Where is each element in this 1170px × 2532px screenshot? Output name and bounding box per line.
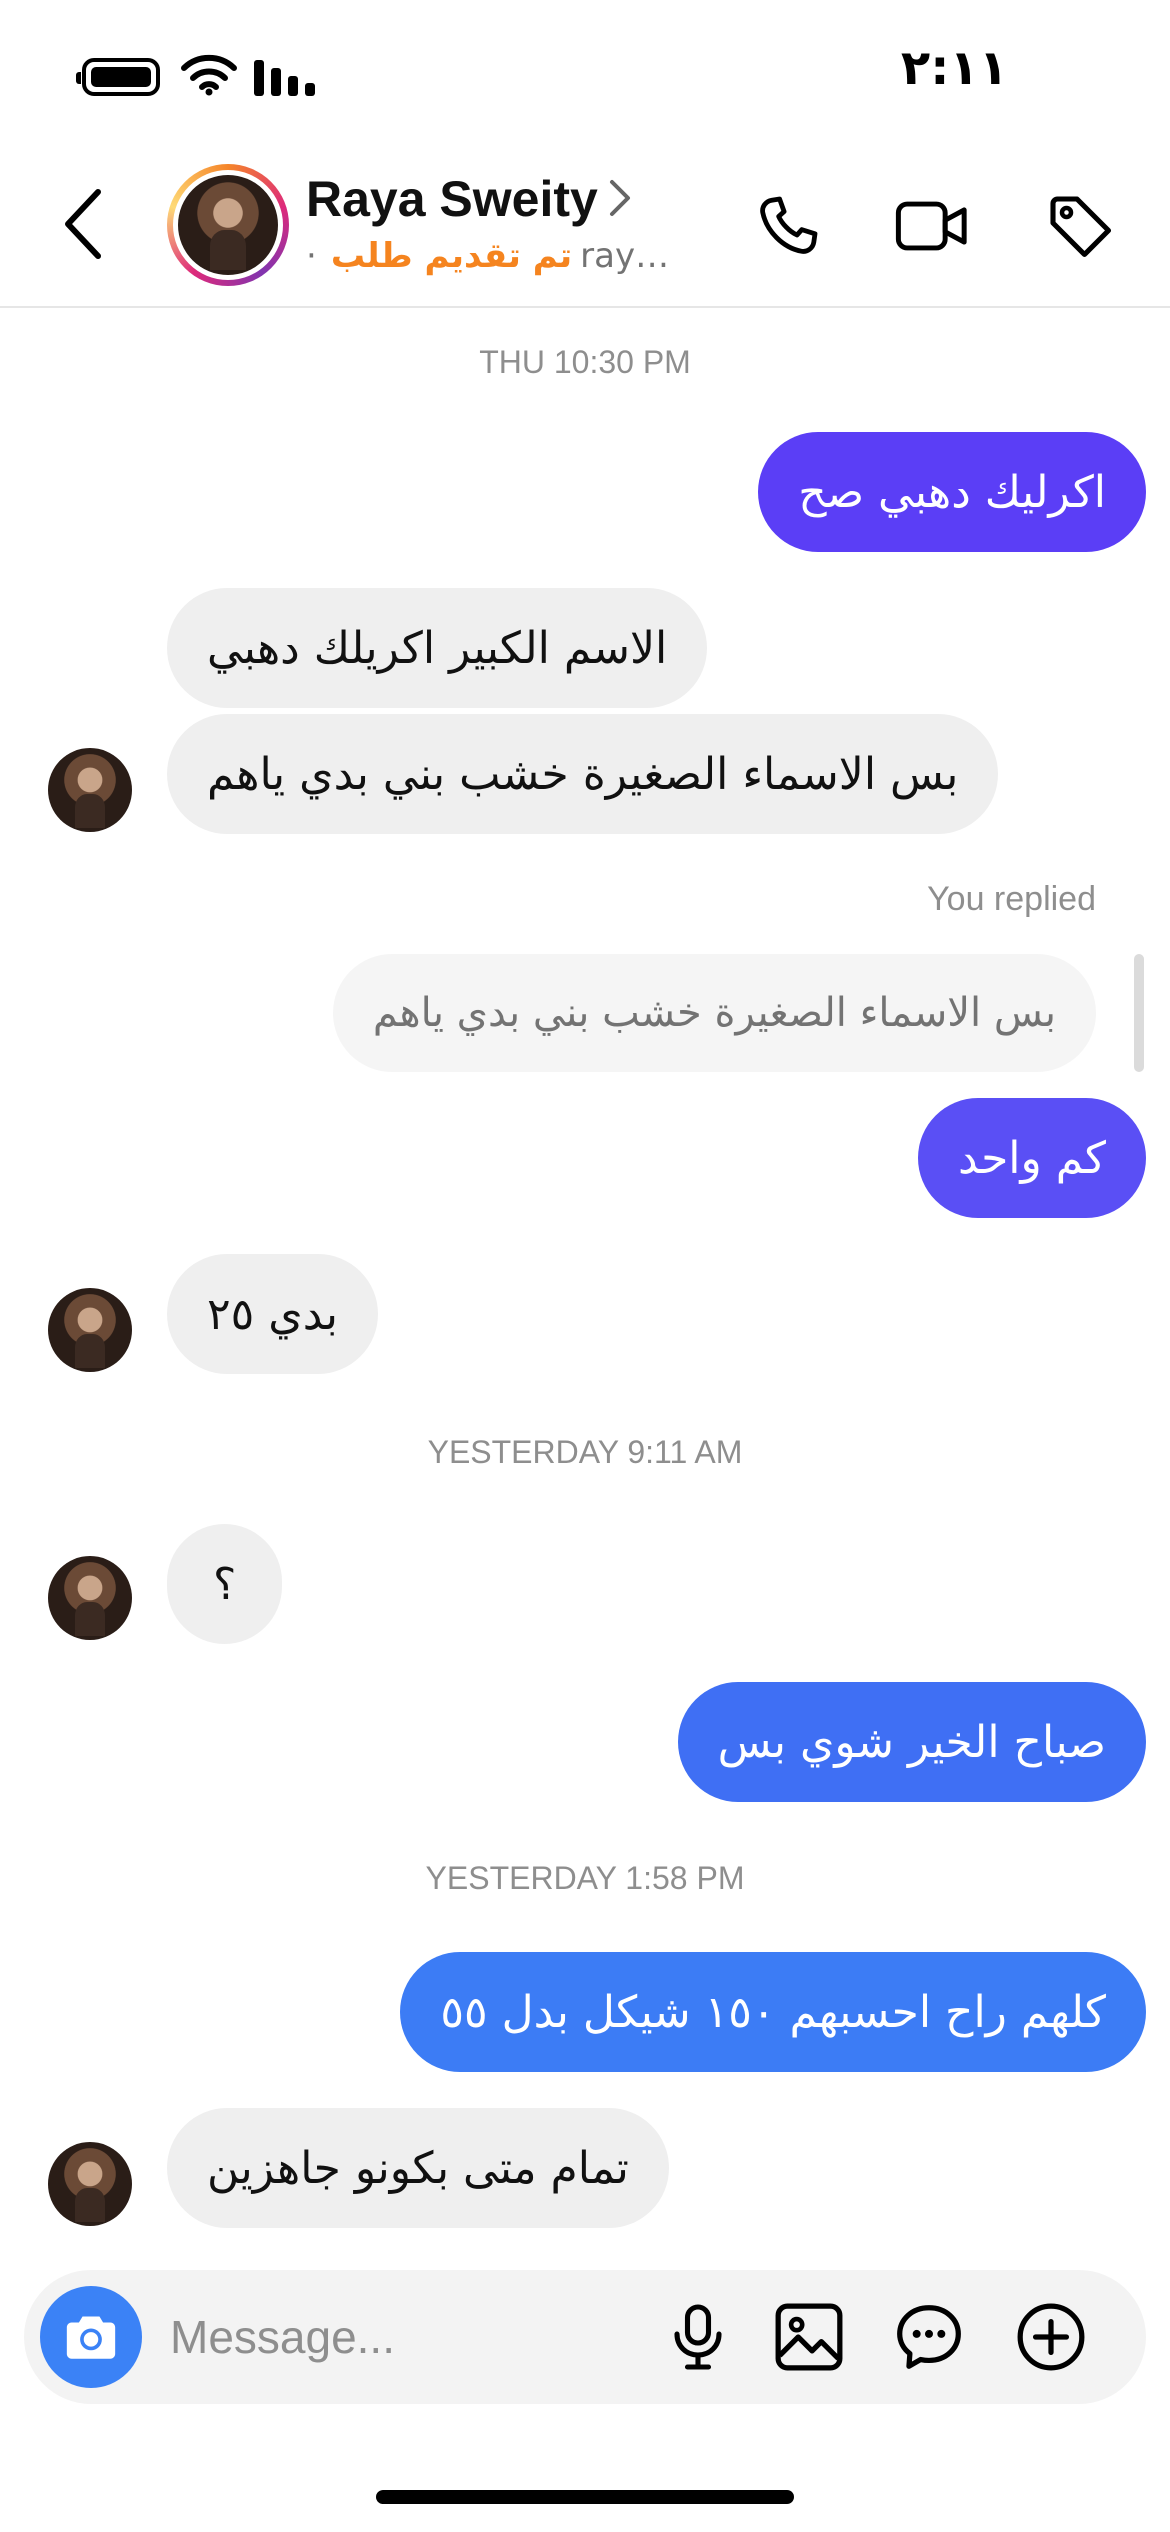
tag-icon[interactable] (1044, 190, 1116, 262)
outgoing-message[interactable]: كم واحد (918, 1098, 1146, 1218)
quoted-message[interactable]: بس الاسماء الصغيرة خشب بني بدي ياهم (332, 954, 1096, 1072)
outgoing-message[interactable]: صباح الخير شوي بس (677, 1682, 1146, 1802)
camera-button[interactable] (40, 2286, 142, 2388)
back-chevron-icon[interactable] (60, 186, 104, 262)
contact-name[interactable]: Raya Sweity (306, 170, 598, 228)
contact-avatar-small (48, 1556, 132, 1640)
incoming-message[interactable]: ؟ (167, 1524, 283, 1644)
incoming-message[interactable]: بدي ٢٥ (167, 1254, 379, 1374)
message-composer (24, 2270, 1146, 2404)
incoming-message[interactable]: بس الاسماء الصغيرة خشب بني بدي ياهم (167, 714, 999, 834)
reply-label: You replied (927, 880, 1096, 918)
timestamp: YESTERDAY 9:11 AM (427, 1434, 743, 1470)
image-icon[interactable] (772, 2300, 846, 2374)
message-input[interactable] (170, 2304, 650, 2370)
sticker-icon[interactable] (892, 2300, 966, 2374)
battery-icon (76, 58, 160, 96)
chevron-right-icon[interactable] (608, 178, 632, 218)
contact-username: rayas... (580, 236, 686, 276)
wifi-icon (181, 54, 237, 96)
incoming-message[interactable]: تمام متى بكونو جاهزين (167, 2108, 669, 2228)
video-icon[interactable] (894, 190, 970, 262)
contact-avatar-small (48, 748, 132, 832)
signal-icon (254, 60, 315, 96)
status-time: ٢:١١ (900, 40, 1008, 96)
home-indicator (376, 2490, 794, 2504)
microphone-icon[interactable] (662, 2300, 734, 2374)
contact-avatar-small (48, 2142, 132, 2226)
contact-avatar-small (48, 1288, 132, 1372)
incoming-message[interactable]: الاسم الكبير اكريلك دهبي (167, 588, 708, 708)
outgoing-message[interactable]: اكرليك دهبي صح (758, 432, 1146, 552)
separator-dot: · (306, 236, 317, 276)
plus-circle-icon[interactable] (1014, 2300, 1088, 2374)
phone-icon[interactable] (752, 190, 824, 262)
outgoing-message[interactable]: كلهم راح احسبهم ١٥٠ شيكل بدل ٥٥ (400, 1952, 1146, 2072)
timestamp: YESTERDAY 1:58 PM (425, 1860, 745, 1896)
status-bar: ٢:١١ (0, 0, 1170, 150)
request-status: تم تقديم طلب (330, 236, 573, 276)
chat-header: Raya Sweity · تم تقديم طلبrayas... (0, 150, 1170, 308)
camera-icon (66, 2316, 116, 2359)
timestamp: THU 10:30 PM (479, 344, 691, 380)
quote-indicator (1134, 954, 1144, 1072)
message-thread[interactable]: THU 10:30 PM اكرليك دهبي صح الاسم الكبير… (0, 308, 1170, 2268)
contact-avatar[interactable] (167, 164, 289, 286)
contact-subline: · تم تقديم طلبrayas... (306, 236, 686, 276)
